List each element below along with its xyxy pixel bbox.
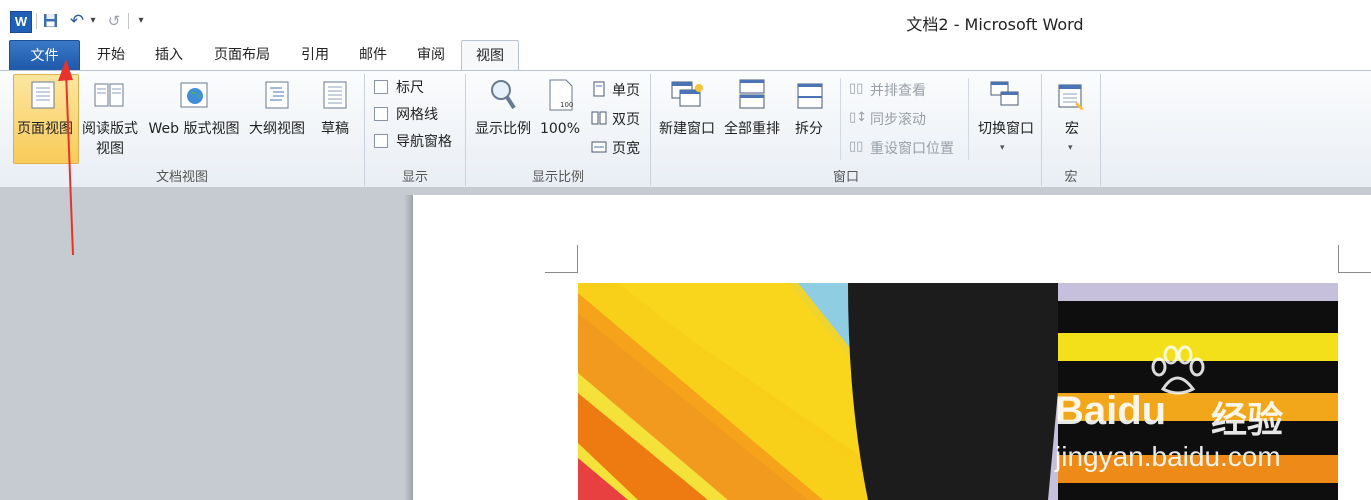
tab-insert[interactable]: 插入: [140, 40, 198, 70]
page-shadow: [404, 195, 413, 500]
group-inner-separator: [968, 78, 969, 160]
baidu-brand-part1: Bai: [1055, 389, 1118, 433]
red-annotation-arrow: [40, 55, 100, 265]
crop-mark: [545, 272, 578, 273]
outline-icon[interactable]: [262, 80, 292, 114]
switch-windows-icon[interactable]: [989, 80, 1021, 114]
switch-windows-button[interactable]: 切换窗口: [974, 120, 1038, 139]
view-side-by-side-button[interactable]: 并排查看: [870, 80, 926, 100]
navigation-pane-checkbox[interactable]: [374, 134, 388, 148]
window-title: 文档2 - Microsoft Word: [906, 15, 1084, 34]
two-pages-icon[interactable]: [591, 110, 607, 130]
synchronous-scrolling-button[interactable]: 同步滚动: [870, 109, 926, 129]
page-width-icon[interactable]: [591, 139, 607, 159]
tab-view[interactable]: 视图: [461, 40, 519, 72]
split-icon[interactable]: [796, 82, 824, 114]
synchronous-scrolling-icon: ▯↕: [849, 110, 868, 125]
zoom-magnifier-icon[interactable]: [488, 78, 518, 116]
jingyan-cn-text: 经验: [1211, 400, 1284, 441]
paw-icon: [1147, 345, 1207, 395]
svg-text:100: 100: [560, 101, 573, 109]
one-page-button[interactable]: 单页: [612, 80, 640, 100]
page-width-button[interactable]: 页宽: [612, 138, 640, 158]
split-button[interactable]: 拆分: [788, 120, 830, 139]
outline-button[interactable]: 大纲视图: [246, 120, 308, 139]
new-window-icon[interactable]: [670, 78, 704, 114]
watermark-url: jingyan.baidu.com: [1055, 441, 1281, 472]
two-pages-button[interactable]: 双页: [612, 109, 640, 129]
arrange-all-icon[interactable]: [738, 78, 766, 114]
zoom-100-button[interactable]: 100%: [538, 120, 582, 139]
zoom-100-icon[interactable]: 100: [547, 78, 575, 116]
crop-mark: [1338, 272, 1371, 273]
gridlines-label[interactable]: 网格线: [396, 104, 438, 124]
tab-references[interactable]: 引用: [286, 40, 344, 70]
ruler-label[interactable]: 标尺: [396, 77, 424, 97]
reset-window-position-icon: ▯▯: [849, 139, 864, 154]
macros-button[interactable]: 宏: [1052, 120, 1092, 139]
ribbon-tabs: 文件 开始 插入 页面布局 引用 邮件 审阅 视图: [0, 40, 1371, 72]
baidu-logo-text: Baidu: [1055, 389, 1166, 434]
navigation-pane-label[interactable]: 导航窗格: [396, 131, 452, 151]
web-layout-icon[interactable]: [179, 80, 209, 114]
group-label-macros: 宏: [1064, 170, 1078, 185]
switch-windows-dropdown-icon[interactable]: ▾: [1000, 143, 1005, 153]
tab-page-layout[interactable]: 页面布局: [200, 40, 284, 70]
macros-icon[interactable]: [1057, 82, 1087, 116]
web-layout-button[interactable]: Web 版式视图: [144, 120, 244, 139]
group-separator: [1100, 74, 1101, 186]
one-page-icon[interactable]: [591, 81, 607, 101]
tab-review[interactable]: 审阅: [402, 40, 460, 70]
tab-mailings[interactable]: 邮件: [344, 40, 402, 70]
ruler-checkbox[interactable]: [374, 80, 388, 94]
reset-window-position-button[interactable]: 重设窗口位置: [870, 138, 954, 158]
baidu-watermark: Baidu 经验 jingyan.baidu.com: [1055, 345, 1365, 475]
new-window-button[interactable]: 新建窗口: [655, 120, 719, 139]
crop-mark: [577, 245, 578, 273]
baidu-brand-part2: du: [1117, 389, 1167, 433]
gridlines-checkbox[interactable]: [374, 107, 388, 121]
group-inner-separator: [840, 78, 841, 160]
group-label-zoom: 显示比例: [531, 170, 584, 185]
macros-dropdown-icon[interactable]: ▾: [1068, 143, 1073, 153]
view-side-by-side-icon: ▯▯: [849, 81, 864, 96]
arrange-all-button[interactable]: 全部重排: [720, 120, 784, 139]
draft-button[interactable]: 草稿: [312, 120, 358, 139]
title-bar: W ↶ ▾ ↺ ▾ 文档2 - Microsoft Word: [0, 0, 1371, 40]
draft-icon[interactable]: [320, 80, 350, 114]
zoom-button[interactable]: 显示比例: [470, 120, 536, 139]
group-label-window: 窗口: [832, 170, 859, 185]
crop-mark: [1338, 245, 1339, 273]
group-label-show: 显示: [401, 170, 428, 185]
